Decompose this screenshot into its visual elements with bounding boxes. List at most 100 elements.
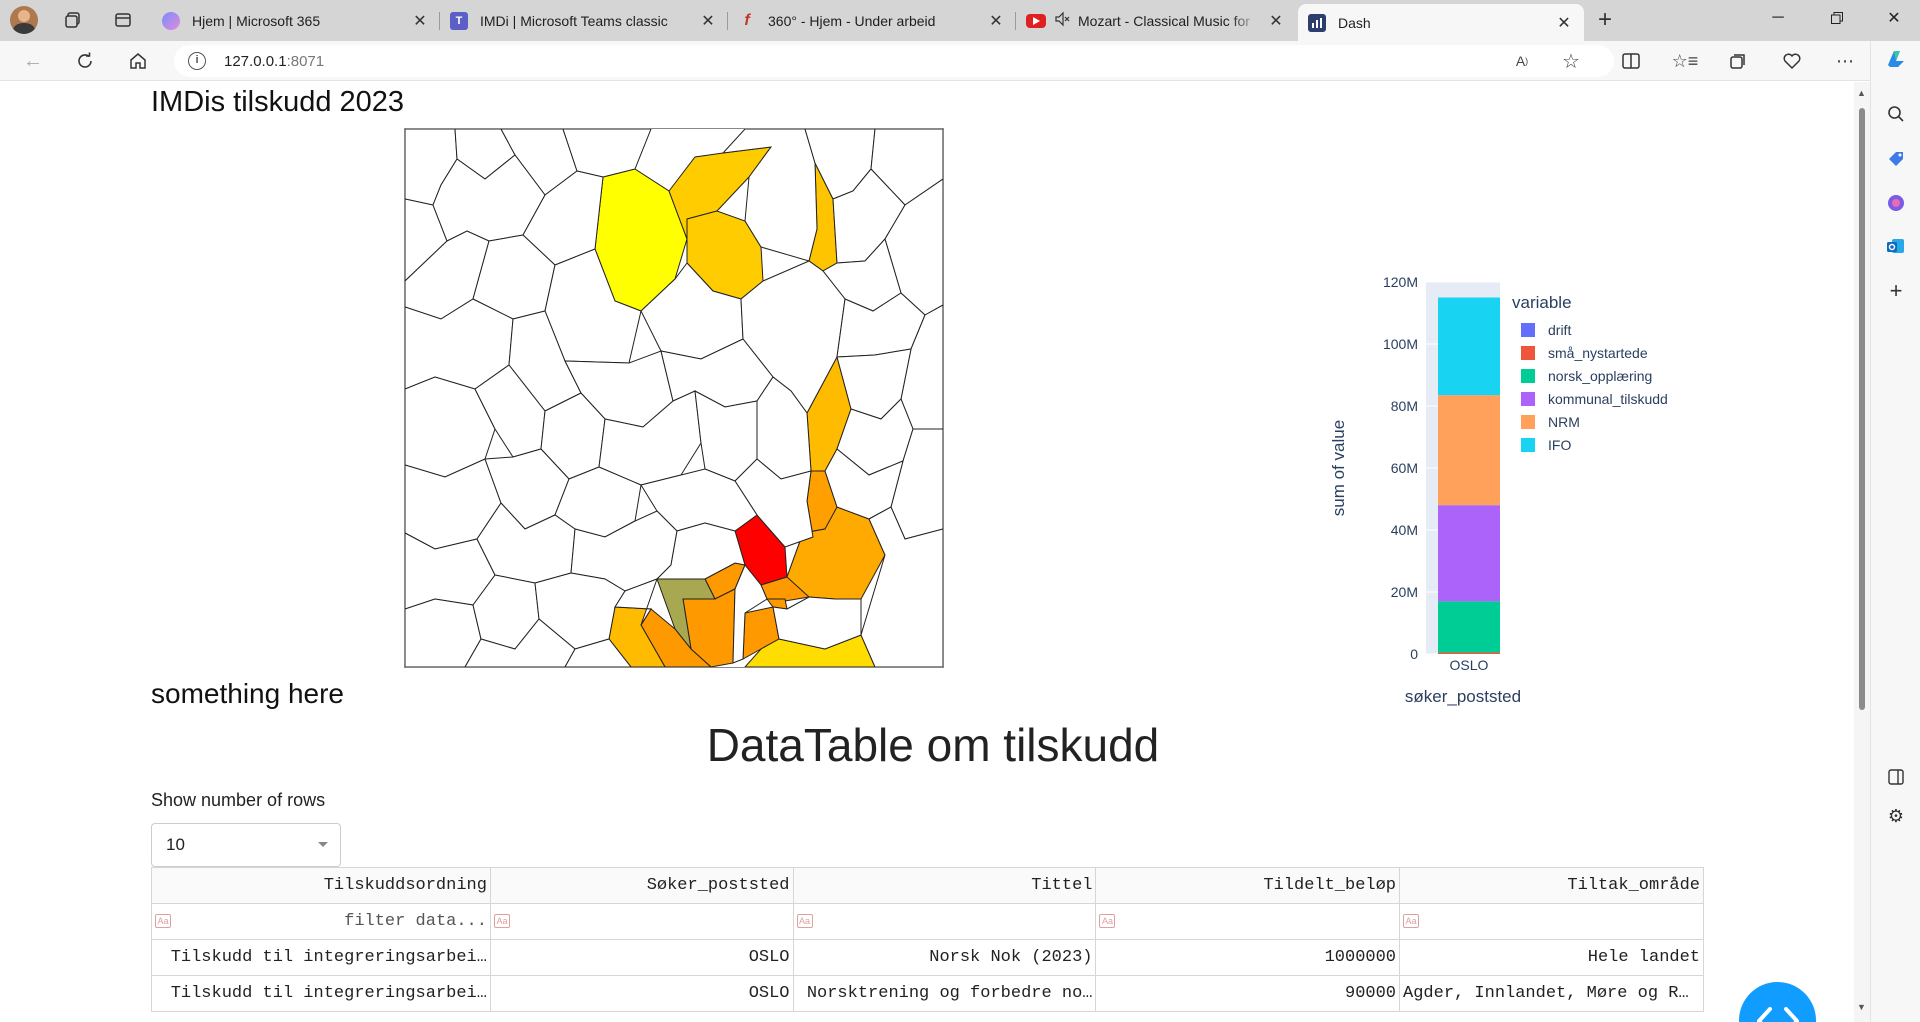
outlook-icon[interactable] [1884, 234, 1908, 258]
restore-icon[interactable] [1815, 0, 1859, 36]
favorites-icon[interactable]: ☆≡ [1670, 46, 1700, 76]
office-icon[interactable] [1884, 191, 1908, 215]
close-icon[interactable]: ✕ [986, 11, 1006, 31]
bar-segment [1438, 395, 1500, 506]
read-aloud-icon[interactable]: A) [1507, 46, 1537, 76]
stacked-bar-chart[interactable]: 0 20M 40M 60M 80M 100M 120M OSLO søker_poststed s… [1308, 242, 1728, 712]
tab-360[interactable]: f 360° - Hjem - Under arbeid ✕ [728, 4, 1016, 37]
new-tab-icon[interactable]: + [1590, 6, 1620, 34]
rows-label: Show number of rows [151, 790, 326, 810]
chevron-down-icon[interactable] [318, 842, 328, 847]
scroll-up-icon[interactable]: ▲ [1857, 88, 1866, 98]
case-toggle-icon[interactable]: Aa [1403, 914, 1420, 928]
shopping-tag-icon[interactable] [1884, 147, 1908, 171]
legend-swatch [1521, 415, 1535, 429]
legend-title: variable [1512, 293, 1572, 312]
x-axis-label: søker_poststed [1405, 687, 1521, 706]
table-cell[interactable]: Tilskudd til integreringsarbei… [151, 975, 491, 1012]
split-screen-icon[interactable] [1616, 46, 1646, 76]
case-toggle-icon[interactable]: Aa [493, 914, 510, 928]
home-icon[interactable] [123, 46, 153, 76]
column-header[interactable]: Tittel [792, 867, 1097, 904]
workspaces-icon[interactable] [58, 6, 88, 34]
case-toggle-icon[interactable]: Aa [1099, 914, 1116, 928]
filter-cell[interactable]: Aa [792, 903, 1097, 940]
close-icon[interactable]: ✕ [1554, 13, 1574, 33]
filter-cell[interactable]: Aa filter data... [151, 903, 491, 940]
bar-segment [1438, 505, 1500, 602]
refresh-icon[interactable] [70, 46, 100, 76]
tab-title: IMDi | Microsoft Teams classic [480, 12, 668, 29]
table-cell[interactable]: Norsk Nok (2023) [792, 939, 1097, 976]
legend-item: NRM [1548, 414, 1580, 430]
profile-avatar[interactable] [10, 6, 38, 34]
address-bar[interactable]: i 127.0.0.1:8071 [174, 45, 1614, 77]
column-header[interactable]: Tiltak_område [1399, 867, 1704, 904]
sidebar-toggle-icon[interactable] [1884, 765, 1908, 789]
browser-essentials-icon[interactable] [1777, 46, 1807, 76]
edge-sidebar: + ⚙ [1870, 41, 1920, 1022]
table-cell[interactable]: OSLO [489, 939, 794, 976]
collections-icon[interactable] [1723, 46, 1753, 76]
close-icon[interactable]: ✕ [410, 11, 430, 31]
y-tick-label: 20M [1391, 584, 1418, 600]
cell-text: 90000 [1345, 983, 1397, 1003]
scroll-thumb[interactable] [1859, 108, 1865, 710]
table-header-row: Tilskuddsordning Søker_poststed Tittel T… [151, 867, 1704, 904]
info-icon[interactable]: i [188, 52, 206, 70]
back-icon[interactable]: ← [18, 46, 48, 76]
data-table: Tilskuddsordning Søker_poststed Tittel T… [151, 867, 1704, 1012]
cell-text: Norsk Nok (2023) [929, 947, 1093, 967]
dash-debug-button[interactable] [1739, 982, 1816, 1022]
map-region [404, 598, 482, 668]
tab-teams[interactable]: T IMDi | Microsoft Teams classic ✕ [440, 4, 728, 37]
dash-page: IMDis tilskudd 2023 0 20M 40M 60M 80M 10… [8, 82, 1854, 1022]
minimize-icon[interactable]: ─ [1756, 0, 1800, 36]
add-icon[interactable]: + [1884, 278, 1908, 303]
copilot-icon[interactable] [1884, 47, 1908, 71]
page-scrollbar[interactable]: ▲ ▼ [1854, 82, 1870, 1022]
browser-window: Hjem | Microsoft 365 ✕ T IMDi | Microsof… [0, 0, 1920, 1022]
table-cell[interactable]: OSLO [489, 975, 794, 1012]
column-header[interactable]: Tildelt_beløp [1095, 867, 1401, 904]
filter-cell[interactable]: Aa [1095, 903, 1401, 940]
settings-gear-icon[interactable]: ⚙ [1884, 804, 1908, 828]
vertical-tabs-icon[interactable] [108, 6, 138, 34]
code-brackets-icon [1756, 1006, 1799, 1022]
table-cell[interactable]: Norsktrening og forbedre no… [792, 975, 1097, 1012]
choropleth-map[interactable] [404, 128, 944, 668]
table-cell[interactable]: Agder, Innlandet, Møre og R… [1399, 975, 1704, 1012]
more-menu-icon[interactable]: ⋯ [1830, 46, 1860, 76]
tab-title: Dash [1338, 14, 1371, 31]
legend-swatch [1521, 438, 1535, 452]
tab-dash[interactable]: Dash ✕ [1298, 4, 1584, 41]
tab-mozart[interactable]: Mozart - Classical Music for ✕ [1016, 4, 1296, 37]
window-close-icon[interactable]: ✕ [1872, 0, 1916, 36]
cell-text: Tilskudd til integreringsarbei… [170, 947, 487, 967]
favorite-star-icon[interactable]: ☆ [1556, 46, 1586, 76]
table-cell[interactable]: 90000 [1095, 975, 1401, 1012]
tab-microsoft-365[interactable]: Hjem | Microsoft 365 ✕ [152, 4, 440, 37]
table-row[interactable]: Tilskudd til integreringsarbei… OSLO Nor… [151, 939, 1704, 976]
column-header[interactable]: Søker_poststed [489, 867, 794, 904]
case-toggle-icon[interactable]: Aa [796, 914, 813, 928]
filter-cell[interactable]: Aa [1399, 903, 1704, 940]
filter-placeholder: filter data... [344, 912, 487, 931]
table-cell[interactable]: Tilskudd til integreringsarbei… [151, 939, 491, 976]
muted-speaker-icon[interactable] [1054, 11, 1070, 30]
table-cell[interactable]: Hele landet [1399, 939, 1704, 976]
column-header[interactable]: Tilskuddsordning [151, 867, 491, 904]
close-icon[interactable]: ✕ [1266, 11, 1286, 31]
table-cell[interactable]: 1000000 [1095, 939, 1401, 976]
search-icon[interactable] [1884, 102, 1908, 126]
filter-cell[interactable]: Aa [489, 903, 794, 940]
scroll-down-icon[interactable]: ▼ [1857, 1002, 1866, 1012]
rows-dropdown[interactable]: 10 [151, 823, 341, 867]
case-toggle-icon[interactable]: Aa [155, 914, 171, 928]
bar-segment [1438, 601, 1500, 653]
legend-item: drift [1548, 322, 1571, 338]
legend-item: norsk_opplæring [1548, 368, 1652, 384]
360-icon: f [744, 11, 750, 29]
table-row[interactable]: Tilskudd til integreringsarbei… OSLO Nor… [151, 975, 1704, 1012]
close-icon[interactable]: ✕ [698, 11, 718, 31]
